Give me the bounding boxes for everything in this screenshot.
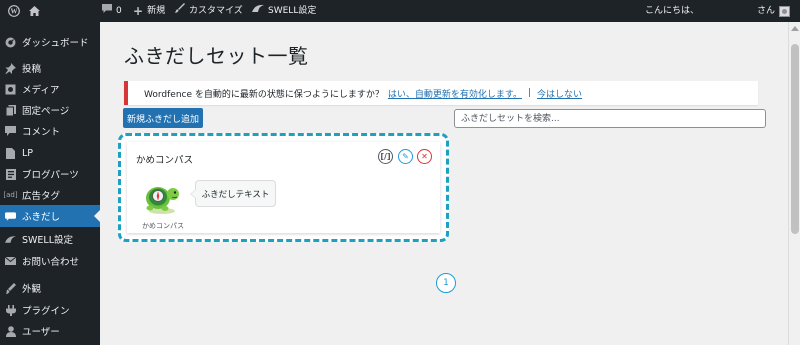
brush-icon	[175, 0, 185, 22]
notice-text: Wordfence を自動的に最新の状態に保つようにしますか？	[144, 89, 384, 100]
sidebar-item-dashboard[interactable]: ダッシュボード	[0, 31, 100, 53]
character-name: かめコンパス	[142, 222, 184, 230]
wordfence-notice: Wordfence を自動的に最新の状態に保つようにしますか？ はい、自動更新を…	[124, 81, 758, 105]
comment-icon	[5, 126, 16, 136]
balloon-icon	[5, 211, 16, 221]
balloon-set-item[interactable]: かめコンパス [/] ✎ ✕ かめコンパス ふきだしテキスト	[127, 142, 440, 233]
admin-bar: W 0 + 新規 カスタマイズ SWELL設定 こんにちは、 さん	[0, 0, 800, 22]
page-title: ふきだしセット一覧	[124, 44, 309, 68]
appearance-icon	[5, 282, 16, 294]
ad-tag-icon: [ad]	[3, 191, 18, 199]
swell-settings-label: SWELL設定	[268, 6, 317, 16]
sidebar-item-ad-tag[interactable]: [ad] 広告タグ	[0, 184, 100, 206]
new-content-link[interactable]: + 新規	[133, 0, 165, 22]
sidebar-item-blog-parts[interactable]: ブログパーツ	[0, 163, 100, 185]
wp-logo-icon[interactable]: W	[8, 0, 20, 22]
delete-button[interactable]: ✕	[417, 149, 432, 164]
customize-link[interactable]: カスタマイズ	[175, 0, 243, 22]
svg-text:W: W	[11, 8, 18, 16]
greeting-text: こんにちは、	[645, 6, 700, 16]
new-label: 新規	[147, 6, 166, 16]
notice-separator: |	[528, 88, 532, 98]
mail-icon	[5, 257, 16, 265]
home-icon[interactable]	[29, 0, 40, 22]
dashboard-icon	[5, 37, 16, 48]
page-icon	[5, 104, 16, 116]
sidebar-item-swell-settings[interactable]: SWELL設定	[0, 228, 100, 250]
scroll-thumb[interactable]	[791, 44, 799, 234]
scrollbar[interactable]	[788, 22, 800, 345]
account-menu[interactable]: さん	[757, 0, 791, 22]
sidebar-item-label: お問い合わせ	[22, 257, 80, 268]
greeting-suffix: さん	[757, 6, 776, 16]
comments-link[interactable]: 0	[102, 0, 122, 22]
customize-label: カスタマイズ	[189, 6, 243, 16]
sidebar-item-label: 投稿	[22, 64, 42, 75]
swell-settings-link[interactable]: SWELL設定	[252, 0, 316, 22]
sidebar-item-label: コメント	[22, 127, 61, 138]
sidebar-item-appearance[interactable]: 外観	[0, 277, 100, 299]
pagination-page-1[interactable]: 1	[436, 273, 456, 293]
sidebar-item-label: SWELL設定	[22, 235, 74, 246]
sidebar-item-plugins[interactable]: プラグイン	[0, 299, 100, 321]
sidebar-item-label: メディア	[22, 85, 60, 96]
sidebar-item-users[interactable]: ユーザー	[0, 320, 100, 342]
sidebar-item-label: 固定ページ	[22, 106, 70, 117]
sidebar-item-label: プラグイン	[22, 306, 70, 317]
sidebar-item-lp[interactable]: LP	[0, 142, 100, 164]
speech-balloon: ふきだしテキスト	[190, 180, 276, 207]
balloon-set-card: かめコンパス [/] ✎ ✕ かめコンパス ふきだしテキスト	[118, 133, 449, 242]
not-now-link[interactable]: 今はしない	[537, 87, 582, 100]
copy-shortcode-button[interactable]: [/]	[378, 149, 393, 164]
enable-auto-update-link[interactable]: はい、自動更新を有効化します。	[388, 87, 522, 100]
sidebar-item-label: LP	[22, 147, 34, 159]
sidebar-item-label: ブログパーツ	[22, 170, 79, 181]
sidebar-item-label: 広告タグ	[22, 191, 61, 202]
greeting[interactable]: こんにちは、	[645, 0, 699, 22]
sidebar-item-media[interactable]: メディア	[0, 78, 100, 100]
balloon-set-title: かめコンパス	[136, 155, 194, 166]
sidebar-item-balloon[interactable]: ふきだし	[0, 205, 100, 227]
swell-icon	[5, 235, 16, 244]
plus-icon: +	[133, 4, 144, 18]
balloon-search-input[interactable]	[454, 109, 766, 128]
sidebar-item-label: ユーザー	[22, 327, 60, 338]
comment-icon	[102, 0, 112, 22]
user-icon	[5, 325, 16, 337]
sidebar-item-posts[interactable]: 投稿	[0, 57, 100, 79]
sidebar-item-contact[interactable]: お問い合わせ	[0, 250, 100, 272]
avatar	[779, 5, 791, 17]
sidebar-item-label: ふきだし	[22, 212, 61, 223]
sidebar-item-label: ダッシュボード	[22, 38, 89, 49]
blog-parts-icon	[5, 168, 16, 180]
turtle-compass-icon	[146, 187, 179, 214]
swell-icon	[252, 0, 264, 22]
sidebar-item-label: 外観	[22, 284, 42, 295]
lp-icon	[5, 147, 16, 159]
edit-button[interactable]: ✎	[398, 149, 413, 164]
comments-count: 0	[116, 6, 122, 16]
media-icon	[5, 84, 16, 95]
pin-icon	[5, 62, 16, 74]
add-balloon-button[interactable]: 新規ふきだし追加	[123, 108, 203, 128]
plugin-icon	[5, 304, 16, 316]
admin-sidebar: ダッシュボード 投稿 メディア 固定ページ コメント LP ブログパーツ [ad…	[0, 22, 100, 345]
sidebar-item-comments[interactable]: コメント	[0, 120, 100, 142]
scroll-up-arrow-icon[interactable]	[791, 26, 799, 31]
sidebar-item-pages[interactable]: 固定ページ	[0, 99, 100, 121]
